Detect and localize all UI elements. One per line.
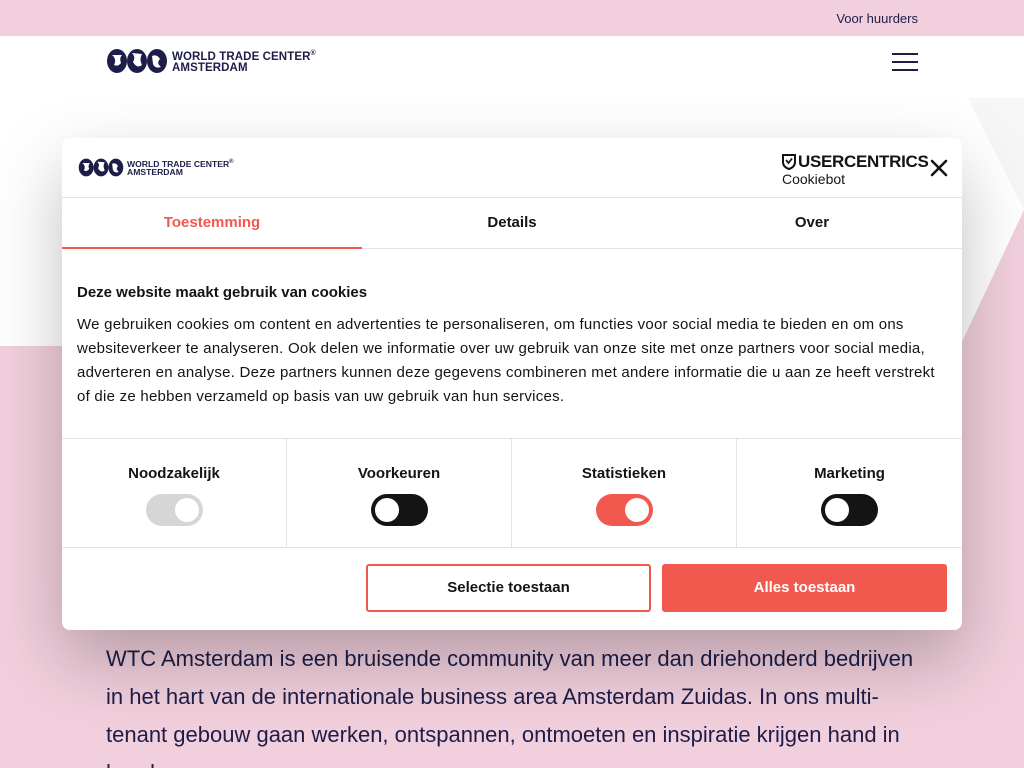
close-icon[interactable] xyxy=(930,159,948,177)
wtc-globes-logo-icon xyxy=(107,49,167,73)
category-label: Statistieken xyxy=(581,465,667,482)
registered-mark: ® xyxy=(310,49,316,57)
voorkeuren-toggle[interactable] xyxy=(370,494,428,526)
consent-heading: Deze website maakt gebruik van cookies xyxy=(77,284,368,301)
category-statistieken: Statistieken xyxy=(512,439,737,547)
consent-body-text: We gebruiken cookies om content en adver… xyxy=(77,316,935,405)
cookie-consent-dialog: WORLD TRADE CENTER® AMSTERDAM USERCENTRI… xyxy=(62,138,962,630)
logo-line2: AMSTERDAM xyxy=(172,62,248,75)
category-label: Noodzakelijk xyxy=(128,465,220,482)
category-marketing: Marketing xyxy=(737,439,962,547)
dialog-logo-line2: AMSTERDAM xyxy=(127,167,183,178)
dialog-header: WORLD TRADE CENTER® AMSTERDAM USERCENTRI… xyxy=(62,138,962,198)
allow-selection-button[interactable]: Selectie toestaan xyxy=(366,564,651,612)
category-label: Voorkeuren xyxy=(357,465,441,482)
noodzakelijk-toggle xyxy=(145,494,203,526)
usercentrics-cookiebot-logo[interactable]: USERCENTRICS Cookiebot xyxy=(782,152,929,187)
logo-line1: WORLD TRADE CENTER xyxy=(172,50,311,63)
cookiebot-label: Cookiebot xyxy=(782,171,846,187)
consent-content: Deze website maakt gebruik van cookies W… xyxy=(77,284,942,409)
tenants-link[interactable]: Voor huurders xyxy=(836,11,918,26)
wtc-globes-logo-icon xyxy=(78,158,124,177)
category-voorkeuren: Voorkeuren xyxy=(287,439,512,547)
site-logo[interactable]: WORLD TRADE CENTER® AMSTERDAM xyxy=(106,47,316,75)
dialog-logo-wordmark: WORLD TRADE CENTER® AMSTERDAM xyxy=(127,158,234,178)
category-noodzakelijk: Noodzakelijk xyxy=(62,439,287,547)
cookie-categories: Noodzakelijk Voorkeuren Statistieken Mar… xyxy=(62,438,962,548)
site-header: WORLD TRADE CENTER® AMSTERDAM xyxy=(0,36,1024,98)
statistieken-toggle[interactable] xyxy=(595,494,653,526)
dialog-site-logo: WORLD TRADE CENTER® AMSTERDAM xyxy=(78,157,234,178)
dialog-tabs: Toestemming Details Over xyxy=(62,198,962,249)
tab-details[interactable]: Details xyxy=(362,198,662,248)
shield-icon xyxy=(782,154,796,170)
marketing-toggle[interactable] xyxy=(821,494,878,526)
usercentrics-label: USERCENTRICS xyxy=(798,152,929,171)
tab-over[interactable]: Over xyxy=(662,198,962,248)
allow-all-button[interactable]: Alles toestaan xyxy=(662,564,947,612)
dialog-registered-mark: ® xyxy=(229,158,234,165)
hamburger-menu-icon[interactable] xyxy=(892,53,918,71)
intro-paragraph: WTC Amsterdam is een bruisende community… xyxy=(106,646,914,768)
category-label: Marketing xyxy=(814,465,885,482)
logo-wordmark: WORLD TRADE CENTER® AMSTERDAM xyxy=(172,48,316,75)
top-utility-bar: Voor huurders xyxy=(0,0,1024,36)
tab-toestemming[interactable]: Toestemming xyxy=(62,198,362,249)
